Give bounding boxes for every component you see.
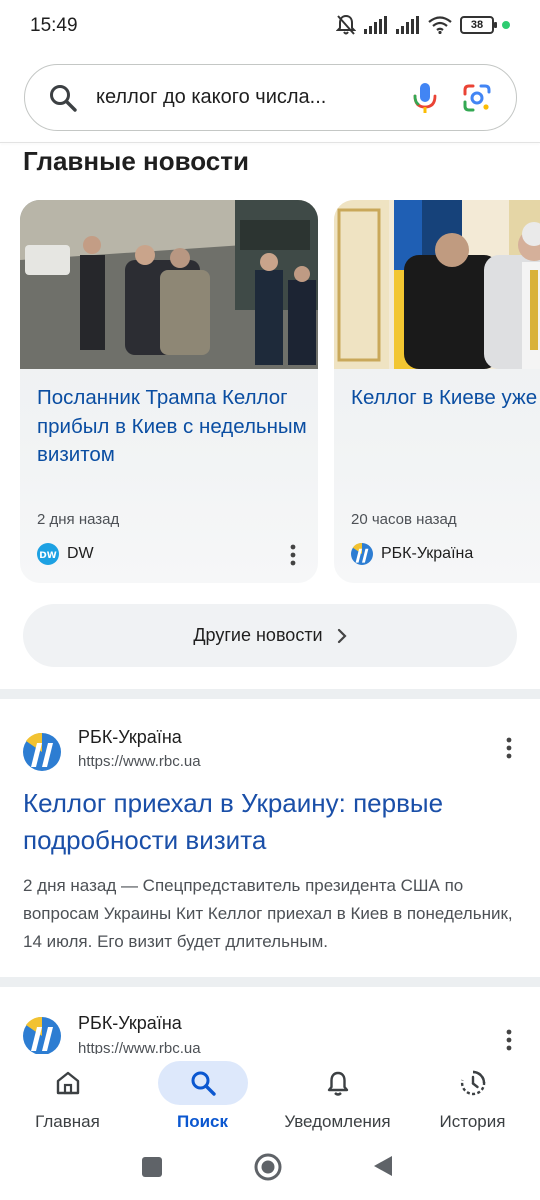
news-card-source: DW DW <box>37 543 94 565</box>
news-card[interactable]: Посланник Трампа Келлог прибыл в Киев с … <box>20 200 318 583</box>
nav-home[interactable]: Главная <box>0 1054 135 1144</box>
google-lens-icon[interactable] <box>462 83 492 113</box>
nav-search[interactable]: Поиск <box>135 1054 270 1144</box>
muted-bell-icon <box>336 14 356 35</box>
chevron-right-icon <box>337 628 347 643</box>
status-time: 15:49 <box>30 15 78 36</box>
news-card-time: 20 часов назад <box>351 511 457 528</box>
news-card-time: 2 дня назад <box>37 511 120 528</box>
rbc-logo-icon <box>23 733 61 771</box>
google-search-screen: 15:49 38 келлог до какого числа... Главн… <box>0 0 540 1200</box>
status-bar: 15:49 38 <box>0 0 540 52</box>
privacy-indicator-icon <box>502 21 510 29</box>
home-icon <box>56 1071 79 1095</box>
nav-label: Главная <box>35 1112 100 1131</box>
dw-logo-icon: DW <box>37 543 59 565</box>
back-icon[interactable] <box>372 1154 394 1178</box>
nav-notifications[interactable]: Уведомления <box>270 1054 405 1144</box>
nav-history[interactable]: История <box>405 1054 540 1144</box>
header-divider <box>0 142 540 143</box>
more-news-button[interactable]: Другие новости <box>23 604 517 667</box>
home-button-icon[interactable] <box>254 1153 282 1181</box>
section-separator <box>0 689 540 699</box>
signal-icon <box>364 16 387 34</box>
result-site-name: РБК-Україна <box>78 1013 182 1033</box>
search-query[interactable]: келлог до какого числа... <box>96 86 396 109</box>
rbc-logo-icon <box>351 543 373 565</box>
more-options-icon[interactable] <box>290 544 296 566</box>
news-card-image <box>334 200 540 369</box>
signal-icon-2 <box>396 16 419 34</box>
result-title-link[interactable]: Келлог приехал в Украину: первые подробн… <box>23 785 513 859</box>
search-bar[interactable]: келлог до какого числа... <box>24 64 517 131</box>
svg-text:DW: DW <box>39 551 56 561</box>
status-icons: 38 <box>336 14 510 36</box>
result-site-name: РБК-Україна <box>78 727 182 747</box>
nav-search-icon-wrap <box>157 1061 248 1105</box>
nav-label: Поиск <box>176 1112 229 1131</box>
section-separator <box>0 977 540 987</box>
more-options-icon[interactable] <box>506 737 512 759</box>
recent-apps-icon[interactable] <box>141 1156 163 1178</box>
nav-label: Уведомления <box>284 1112 391 1131</box>
search-icon <box>191 1071 216 1096</box>
news-card-source-name: DW <box>67 545 94 562</box>
nav-home-icon-wrap <box>23 1061 113 1105</box>
rbc-logo-icon <box>23 1017 61 1054</box>
news-card-source: РБК-Україна <box>351 543 473 565</box>
news-card-source-name: РБК-Україна <box>381 545 474 562</box>
bottom-navigation: Главная Поиск Уведомления История <box>0 1054 540 1144</box>
system-navigation-bar <box>0 1144 540 1200</box>
battery-icon: 38 <box>460 16 497 34</box>
news-card[interactable]: Келлог в Киеве уже второй день: с кем и … <box>334 200 540 583</box>
microphone-icon[interactable] <box>410 81 440 115</box>
nav-history-icon-wrap <box>428 1061 518 1105</box>
result-url: https://www.rbc.ua <box>78 1040 201 1054</box>
nav-notifications-icon-wrap <box>293 1061 383 1105</box>
top-stories-title: Главные новости <box>23 146 249 176</box>
news-card-title[interactable]: Келлог в Киеве уже второй день: с кем и … <box>351 384 540 413</box>
search-icon <box>50 84 77 112</box>
news-card-image <box>20 200 318 369</box>
more-news-label: Другие новости <box>193 625 323 645</box>
result-snippet: 2 дня назад — Спецпредставитель президен… <box>23 876 513 951</box>
nav-label: История <box>439 1112 506 1131</box>
history-icon <box>460 1070 485 1096</box>
search-result: РБК-Україна https://www.rbc.ua Келлог пр… <box>0 727 540 973</box>
wifi-icon <box>428 16 452 34</box>
more-options-icon[interactable] <box>506 1029 512 1051</box>
result-url: https://www.rbc.ua <box>78 753 201 770</box>
bell-icon <box>327 1071 348 1096</box>
news-card-title[interactable]: Посланник Трампа Келлог прибыл в Киев с … <box>37 384 307 470</box>
result-url-clip: https://www.rbc.ua <box>78 1040 201 1054</box>
